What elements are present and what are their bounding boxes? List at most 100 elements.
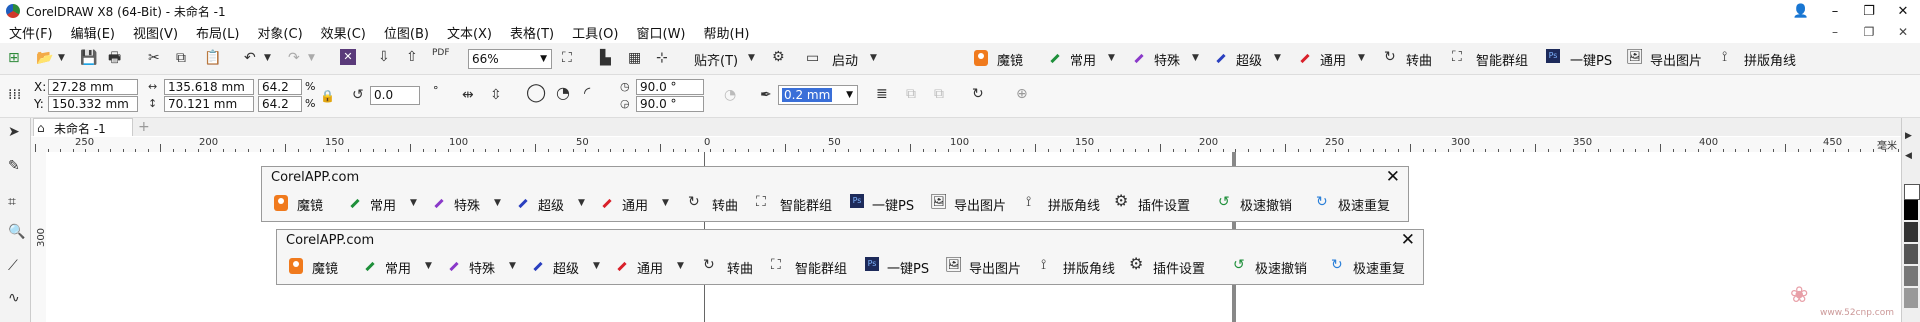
menu-help[interactable]: 帮助(H) [695, 23, 759, 42]
close-button[interactable]: ✕ [1886, 0, 1920, 22]
arc-icon[interactable]: ◜ [584, 85, 590, 101]
floating-toolbar-close-button[interactable]: ✕ [1401, 230, 1415, 250]
plugin-export-image[interactable]: 导出图片 [969, 258, 1021, 277]
menu-layout[interactable]: 布局(L) [187, 23, 248, 42]
menu-file[interactable]: 文件(F) [0, 23, 62, 42]
plugin-imposition-marks[interactable]: 拼版角线 [1063, 258, 1115, 277]
smart-group-icon[interactable]: ⛶ [1452, 49, 1462, 65]
photoshop-icon[interactable]: Ps [865, 257, 879, 271]
mirror-horizontal-icon[interactable]: ⇹ [462, 87, 474, 103]
plugin-common[interactable]: 常用 [385, 258, 411, 277]
menu-window[interactable]: 窗口(W) [628, 23, 695, 42]
common-brush-icon[interactable] [1048, 51, 1062, 65]
convert-to-curves-icon[interactable]: ↻ [688, 194, 700, 210]
account-icon[interactable]: 👤 [1784, 0, 1818, 22]
plugin-super[interactable]: 超级 [538, 195, 564, 214]
ellipse-icon[interactable]: ◯ [526, 84, 546, 102]
lock-ratio-icon[interactable]: 🔒 [320, 88, 335, 104]
open-icon[interactable]: 📂 [36, 50, 53, 66]
export-image-icon[interactable]: 🖼 [930, 194, 948, 210]
photoshop-icon[interactable]: Ps [850, 194, 864, 208]
pick-tool-icon[interactable]: ➤ [8, 124, 20, 140]
plugin-general[interactable]: 通用 [622, 195, 648, 214]
cut-icon[interactable]: ✂ [148, 50, 160, 66]
doc-minimize-button[interactable]: – [1818, 22, 1852, 42]
crop-tool-icon[interactable]: ⌗ [8, 194, 16, 210]
import-icon[interactable]: ⇩ [378, 49, 390, 65]
import-image-icon[interactable]: ✕ [340, 49, 356, 65]
general-brush-icon[interactable] [615, 259, 629, 273]
publish-pdf-icon[interactable]: PDF [432, 49, 450, 58]
menu-effects[interactable]: 效果(C) [312, 23, 375, 42]
change-direction-icon[interactable]: ◔ [724, 87, 736, 103]
scale-x-field[interactable]: 64.2 [258, 79, 302, 95]
imposition-marks-icon[interactable]: ⟟ [1026, 194, 1031, 210]
doc-restore-button[interactable]: ❐ [1852, 22, 1886, 42]
start-angle-field[interactable]: 90.0 ° [636, 79, 704, 95]
plugin-imposition-marks[interactable]: 拼版角线 [1048, 195, 1100, 214]
convert-to-curves-icon[interactable]: ↻ [1384, 49, 1396, 65]
pie-icon[interactable]: ◔ [556, 85, 570, 101]
color-swatch[interactable] [1904, 200, 1918, 220]
plugin-general[interactable]: 通用 [1320, 50, 1346, 69]
magic-mirror-icon[interactable] [289, 258, 303, 274]
menu-bitmaps[interactable]: 位图(B) [375, 23, 438, 42]
floating-toolbar-close-button[interactable]: ✕ [1386, 167, 1400, 187]
home-icon[interactable]: ⌂ [37, 120, 45, 136]
convert-to-curves-icon[interactable]: ↻ [703, 257, 715, 273]
settings-gear-icon[interactable]: ⚙ [1129, 256, 1143, 272]
plugin-settings[interactable]: 插件设置 [1138, 195, 1190, 214]
imposition-marks-icon[interactable]: ⟟ [1041, 257, 1046, 273]
plugin-convert-curves[interactable]: 转曲 [712, 195, 738, 214]
launch-label[interactable]: 启动 [832, 50, 858, 69]
magic-mirror-icon[interactable] [274, 195, 288, 211]
plugin-fast-redo[interactable]: 极速重复 [1338, 195, 1390, 214]
menu-tools[interactable]: 工具(O) [563, 23, 627, 42]
super-brush-icon[interactable] [516, 196, 530, 210]
copy-icon[interactable]: ⧉ [176, 50, 186, 66]
plugin-super[interactable]: 超级 [553, 258, 579, 277]
export-image-icon[interactable]: 🖼 [945, 257, 963, 273]
shape-tool-icon[interactable]: ✎ [8, 158, 20, 174]
plugin-fast-redo[interactable]: 极速重复 [1353, 258, 1405, 277]
plugin-imposition-marks[interactable]: 拼版角线 [1744, 50, 1796, 69]
super-brush-icon[interactable] [1214, 51, 1228, 65]
full-screen-preview-icon[interactable]: ⛶ [562, 50, 572, 66]
to-back-icon[interactable]: ⧉ [934, 86, 944, 102]
color-swatch[interactable] [1904, 222, 1918, 242]
plugin-fast-undo[interactable]: 极速撤销 [1255, 258, 1307, 277]
fast-undo-icon[interactable]: ↺ [1233, 257, 1245, 273]
rotation-field[interactable]: 0.0 [370, 86, 420, 105]
add-preset-icon[interactable]: ⊕ [1016, 86, 1028, 102]
mirror-vertical-icon[interactable]: ⇳ [490, 87, 502, 103]
plugin-magic-mirror[interactable]: 魔镜 [997, 50, 1023, 69]
save-icon[interactable]: 💾 [80, 50, 97, 66]
plugin-magic-mirror[interactable]: 魔镜 [312, 258, 338, 277]
plugin-smart-group[interactable]: 智能群组 [1476, 50, 1528, 69]
palette-scroll-right-icon[interactable]: ▶ [1905, 128, 1912, 144]
menu-view[interactable]: 视图(V) [124, 23, 187, 42]
fast-undo-icon[interactable]: ↺ [1218, 194, 1230, 210]
add-tab-button[interactable]: + [138, 119, 150, 135]
general-brush-icon[interactable] [1298, 51, 1312, 65]
artistic-media-tool-icon[interactable]: ∿ [8, 290, 20, 306]
redo-icon[interactable]: ↷ [288, 50, 300, 66]
print-icon[interactable]: 🖶 [108, 50, 121, 66]
zoom-level-select[interactable]: 66% ▼ [468, 49, 552, 69]
plugin-one-key-ps[interactable]: 一键PS [1570, 50, 1612, 69]
wrap-text-icon[interactable]: ≣ [876, 86, 888, 102]
plugin-smart-group[interactable]: 智能群组 [780, 195, 832, 214]
show-guidelines-icon[interactable]: ⊹ [656, 50, 668, 66]
special-brush-icon[interactable] [432, 196, 446, 210]
plugin-common[interactable]: 常用 [370, 195, 396, 214]
fast-redo-icon[interactable]: ↻ [1316, 194, 1328, 210]
palette-scroll-left-icon[interactable]: ◀ [1905, 148, 1912, 164]
special-brush-icon[interactable] [1132, 51, 1146, 65]
common-brush-icon[interactable] [363, 259, 377, 273]
scale-y-field[interactable]: 64.2 [258, 96, 302, 112]
menu-object[interactable]: 对象(C) [248, 23, 311, 42]
freehand-tool-icon[interactable]: ⟋ [8, 258, 18, 274]
export-image-icon[interactable]: 🖼 [1626, 49, 1644, 65]
plugin-one-key-ps[interactable]: 一键PS [887, 258, 929, 277]
minimize-button[interactable]: – [1818, 0, 1852, 22]
